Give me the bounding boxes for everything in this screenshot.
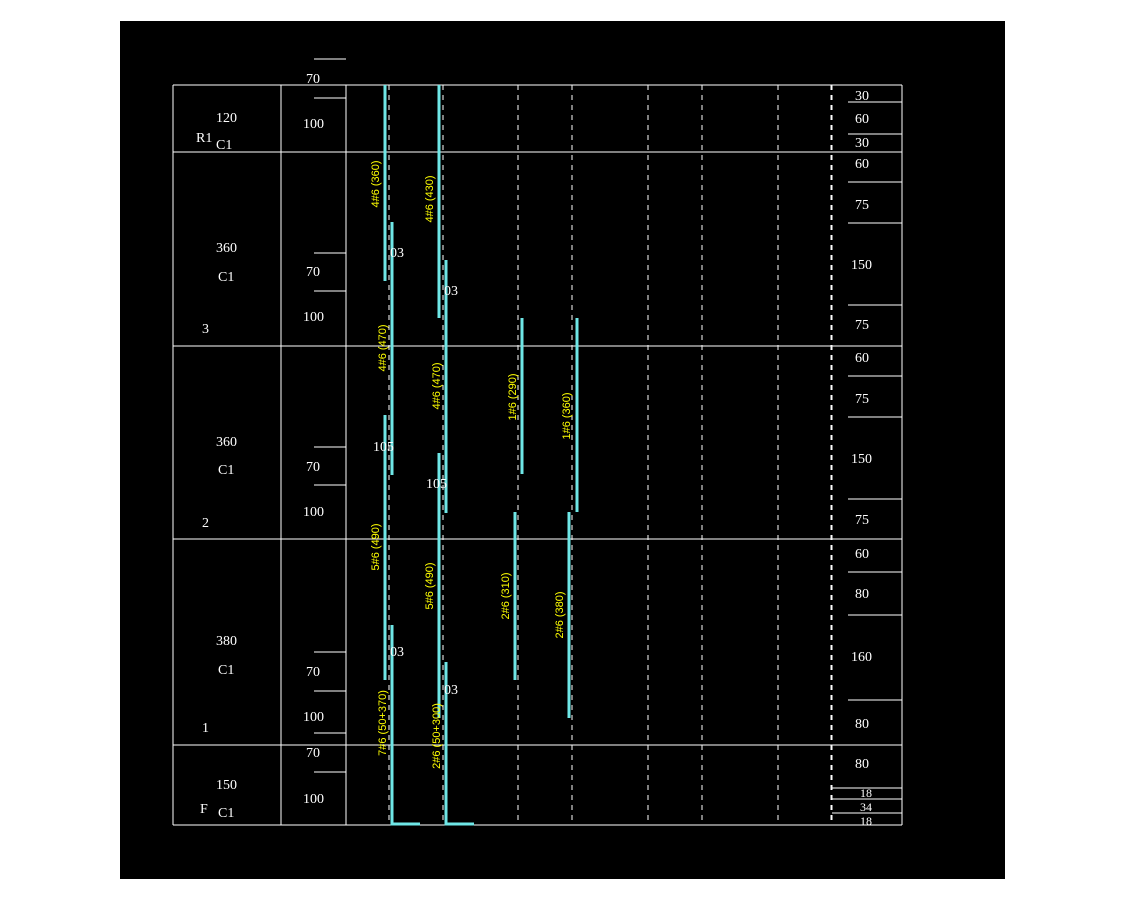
floor-label: 2 bbox=[202, 516, 209, 531]
dim-value: 160 bbox=[851, 650, 872, 665]
lap-mark: 03 bbox=[390, 645, 404, 660]
dim-value: 60 bbox=[855, 351, 869, 366]
rebar-label: 4#6 (470) bbox=[431, 362, 443, 409]
column-label: C1 bbox=[218, 806, 234, 821]
splice-mark: 100 bbox=[303, 710, 324, 725]
rebar-label: 4#6 (470) bbox=[377, 324, 389, 371]
floor-label: 3 bbox=[202, 322, 209, 337]
drawing-canvas: 120 R1 C1 360 C1 3 360 C1 2 380 C1 1 150… bbox=[120, 21, 1005, 879]
rebar-label: 5#6 (490) bbox=[424, 562, 436, 609]
lap-mark: 03 bbox=[390, 246, 404, 261]
frame-lines bbox=[172, 58, 903, 826]
dim-value: 60 bbox=[855, 547, 869, 562]
splice-mark: 100 bbox=[303, 310, 324, 325]
dim-value: 60 bbox=[855, 112, 869, 127]
floor-label: R1 bbox=[196, 131, 212, 146]
dim-value: 80 bbox=[855, 587, 869, 602]
splice-mark: 70 bbox=[306, 460, 320, 475]
rebar-label: 4#6 (360) bbox=[370, 160, 382, 207]
column-label: C1 bbox=[218, 270, 234, 285]
rebar-label: 1#6 (360) bbox=[561, 392, 573, 439]
dim-value: 75 bbox=[855, 198, 869, 213]
column-label: C1 bbox=[216, 138, 232, 153]
dim-value: 150 bbox=[851, 258, 872, 273]
splice-mark: 100 bbox=[303, 792, 324, 807]
lap-mark: 105 bbox=[373, 440, 394, 455]
dim-value: 30 bbox=[855, 89, 869, 104]
rebar-bars bbox=[383, 85, 579, 826]
rebar-label: 7#6 (50+370) bbox=[377, 690, 389, 756]
dim-value: 80 bbox=[855, 717, 869, 732]
splice-mark: 70 bbox=[306, 746, 320, 761]
dim-value: 34 bbox=[860, 800, 872, 814]
dim-value: 75 bbox=[855, 318, 869, 333]
rebar-layout-drawing: 120 R1 C1 360 C1 3 360 C1 2 380 C1 1 150… bbox=[172, 58, 903, 828]
floor-height: 360 bbox=[216, 241, 237, 256]
floor-labels: 120 R1 C1 360 C1 3 360 C1 2 380 C1 1 150… bbox=[196, 111, 237, 821]
splice-mark: 100 bbox=[303, 117, 324, 132]
dim-value: 80 bbox=[855, 757, 869, 772]
rebar-label: 4#6 (430) bbox=[424, 175, 436, 222]
floor-label: F bbox=[200, 802, 208, 817]
splice-mark: 70 bbox=[306, 265, 320, 280]
floor-height: 360 bbox=[216, 435, 237, 450]
floor-height: 380 bbox=[216, 634, 237, 649]
dim-value: 75 bbox=[855, 392, 869, 407]
dim-value: 18 bbox=[860, 814, 872, 828]
dim-value: 60 bbox=[855, 157, 869, 172]
rebar-label: 5#6 (490) bbox=[370, 523, 382, 570]
dashed-grid bbox=[388, 85, 833, 825]
rebar-label: 2#6 (310) bbox=[500, 572, 512, 619]
lap-mark: 03 bbox=[444, 284, 458, 299]
dim-value: 18 bbox=[860, 786, 872, 800]
dim-value: 30 bbox=[855, 136, 869, 151]
lap-mark: 105 bbox=[426, 477, 447, 492]
column-label: C1 bbox=[218, 663, 234, 678]
floor-height: 120 bbox=[216, 111, 237, 126]
rebar-label: 2#6 (50+300) bbox=[431, 703, 443, 769]
splice-mark: 100 bbox=[303, 505, 324, 520]
dim-value: 150 bbox=[851, 452, 872, 467]
right-dimension-values: 30 60 30 60 75 150 75 60 75 150 75 60 80… bbox=[851, 89, 872, 828]
rebar-label: 1#6 (290) bbox=[507, 373, 519, 420]
splice-zone-marks: 70 100 70 100 70 100 70 100 70 100 bbox=[303, 72, 324, 807]
splice-mark: 70 bbox=[306, 665, 320, 680]
floor-height: 150 bbox=[216, 778, 237, 793]
column-label: C1 bbox=[218, 463, 234, 478]
floor-label: 1 bbox=[202, 721, 209, 736]
lap-mark: 03 bbox=[444, 683, 458, 698]
dim-value: 75 bbox=[855, 513, 869, 528]
rebar-label: 2#6 (380) bbox=[554, 591, 566, 638]
splice-mark: 70 bbox=[306, 72, 320, 87]
